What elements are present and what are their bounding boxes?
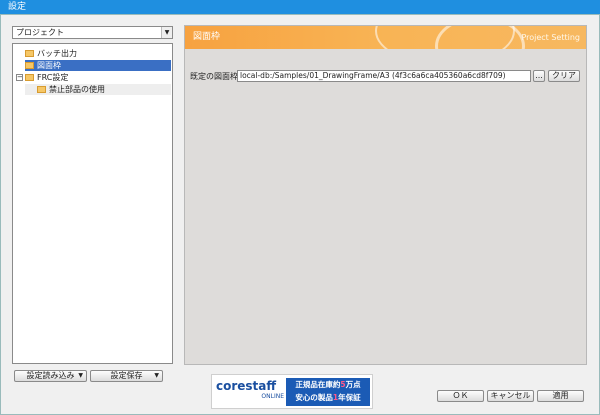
folder-icon (37, 86, 46, 93)
project-dropdown[interactable]: プロジェクト ▼ (12, 26, 173, 39)
browse-button[interactable]: ... (533, 70, 545, 82)
corestaff-logo: corestaff ONLINE (216, 379, 284, 405)
ad-line-1: 正規品在庫約5万点 (286, 378, 370, 391)
apply-button[interactable]: 適用 (537, 390, 584, 402)
panel-subtitle: Project Setting (521, 33, 580, 42)
ad-banner[interactable]: corestaff ONLINE 正規品在庫約5万点 安心の製品1年保証 (211, 374, 373, 409)
panel-title: 図面枠 (193, 32, 221, 42)
ok-button[interactable]: ＯＫ (437, 390, 484, 402)
chevron-down-icon[interactable]: ▼ (161, 27, 172, 38)
chevron-down-icon: ▼ (78, 372, 83, 379)
tree-item-prohibited-parts[interactable]: 禁止部品の使用 (25, 84, 171, 95)
save-settings-label: 設定保存 (110, 371, 143, 380)
folder-icon (25, 62, 34, 69)
ad-line-2: 安心の製品1年保証 (286, 391, 370, 404)
clear-button[interactable]: クリア (548, 70, 580, 82)
settings-tree: バッチ出力 図面枠 − FRC設定 禁止部品の使用 (12, 43, 173, 364)
panel-banner: 図面枠 Project Setting (185, 26, 586, 49)
load-settings-label: 設定読み込み (26, 371, 75, 380)
tree-item-drawing-frame[interactable]: 図面枠 (25, 60, 171, 71)
ad-text: 正規品在庫約 (295, 380, 341, 389)
project-dropdown-value: プロジェクト (16, 28, 64, 37)
tree-item-label: 図面枠 (37, 61, 61, 70)
settings-panel: 図面枠 Project Setting 既定の図面枠 local-db:/Sam… (184, 25, 587, 365)
ad-text: 安心の製品 (295, 393, 333, 402)
chevron-down-icon: ▼ (154, 372, 159, 379)
tree-item-frc-settings[interactable]: FRC設定 (25, 72, 68, 83)
load-settings-button[interactable]: 設定読み込み ▼ (14, 370, 87, 382)
tree-item-label: 禁止部品の使用 (49, 85, 105, 94)
tree-item-label: FRC設定 (37, 73, 69, 82)
cancel-button[interactable]: キャンセル (487, 390, 534, 402)
default-frame-label: 既定の図面枠 (190, 72, 238, 81)
ad-text: 万点 (345, 380, 361, 389)
ad-text: 年保証 (338, 393, 361, 402)
ad-promo: 正規品在庫約5万点 安心の製品1年保証 (286, 378, 370, 406)
window-title: 設定 (0, 0, 600, 14)
tree-item-label: バッチ出力 (37, 49, 77, 58)
collapse-icon[interactable]: − (16, 74, 23, 81)
default-frame-field[interactable]: local-db:/Samples/01_DrawingFrame/A3 (4f… (237, 70, 531, 82)
tree-item-batch-output[interactable]: バッチ出力 (25, 48, 77, 59)
brand-sub: ONLINE (261, 393, 284, 400)
banner-decoration (435, 26, 525, 49)
save-settings-button[interactable]: 設定保存 ▼ (90, 370, 163, 382)
folder-icon (25, 74, 34, 81)
folder-icon (25, 50, 34, 57)
brand-name: corestaff (216, 379, 277, 393)
